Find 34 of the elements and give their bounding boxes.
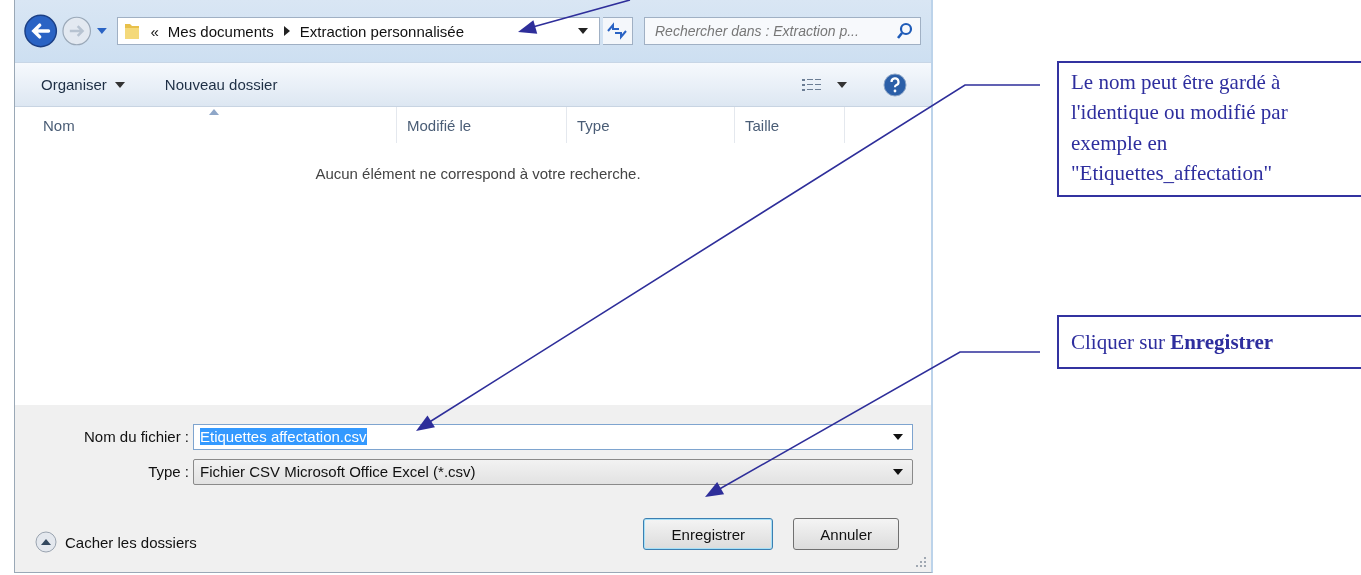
empty-message: Aucun élément ne correspond à votre recherche.	[315, 165, 641, 182]
breadcrumb-item[interactable]: Mes documents	[167, 22, 274, 40]
column-header[interactable]: Modifié le	[397, 107, 567, 143]
refresh-icon	[606, 22, 629, 40]
sort-icon	[209, 109, 219, 115]
overflow-chevron[interactable]: «	[150, 22, 159, 40]
refresh-button[interactable]	[602, 17, 633, 45]
caret-icon[interactable]	[837, 80, 847, 89]
dialog-button[interactable]: Annuler	[793, 518, 899, 550]
field-label: Nom du fichier :	[82, 428, 190, 445]
resize-grip-icon[interactable]	[915, 556, 927, 568]
new-folder-button[interactable]: Nouveau dossier	[156, 72, 286, 97]
back-icon[interactable]	[23, 13, 59, 49]
column-header[interactable]: Taille	[735, 107, 845, 143]
breadcrumb-item[interactable]: Extraction personnalisée	[299, 22, 464, 40]
organize-menu[interactable]: Organiser	[33, 72, 133, 97]
caret-icon	[114, 80, 125, 89]
chevron-icon[interactable]	[282, 26, 291, 36]
dropdown-icon	[892, 467, 904, 476]
collapse-icon	[35, 531, 57, 553]
address-bar[interactable]: « Mes documents Extraction personnalisée	[116, 17, 600, 45]
search-field[interactable]: Rechercher dans : Extraction p...	[644, 17, 921, 45]
hide-folders-button[interactable]: Cacher les dossiers	[35, 531, 197, 553]
help-icon[interactable]	[883, 72, 907, 97]
dropdown-icon[interactable]	[576, 27, 589, 35]
column-header[interactable]: Type	[567, 107, 735, 143]
type-dropdown[interactable]: Fichier CSV Microsoft Office Excel (*.csv)	[193, 458, 913, 485]
dialog-button[interactable]: Enregistrer	[643, 518, 774, 550]
view-icon[interactable]	[801, 77, 823, 92]
callout-text: Cliquer sur Enregistrer	[1071, 329, 1274, 354]
field-label: Type :	[147, 463, 190, 480]
search-icon[interactable]	[896, 22, 914, 40]
dropdown-icon	[892, 432, 904, 441]
callout-text: Le nom peut être gardé à l'identique ou modifié par exemple en "Etiquettes_affectation"	[1071, 70, 1288, 186]
